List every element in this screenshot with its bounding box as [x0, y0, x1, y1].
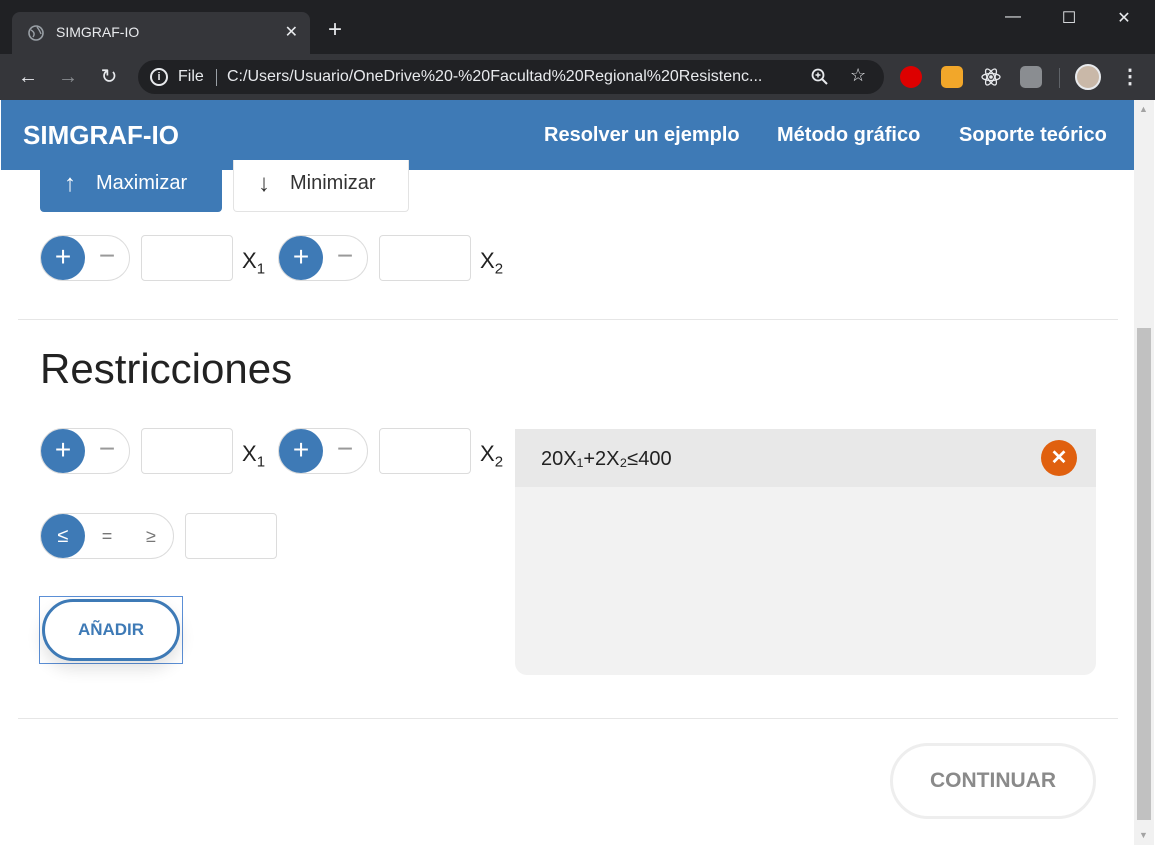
- bookmark-star-icon[interactable]: ☆: [850, 65, 866, 86]
- close-window-button[interactable]: ✕: [1101, 8, 1147, 28]
- plus-icon[interactable]: +: [41, 236, 85, 280]
- plus-icon[interactable]: +: [279, 236, 323, 280]
- objective-x1-sign-toggle[interactable]: + −: [40, 235, 130, 281]
- objective-x2-label: X2: [480, 248, 503, 277]
- constraint-x2-coefficient-input[interactable]: [379, 428, 471, 474]
- continue-button[interactable]: CONTINUAR: [890, 743, 1096, 819]
- constraint-x1-label: X1: [242, 441, 265, 470]
- browser-tab[interactable]: SIMGRAF-IO ✕: [12, 12, 310, 54]
- plus-icon[interactable]: +: [279, 429, 323, 473]
- minimize-window-button[interactable]: —: [990, 8, 1036, 26]
- less-equal-option[interactable]: ≤: [41, 514, 85, 558]
- back-arrow-icon[interactable]: ←: [15, 64, 41, 90]
- forward-arrow-icon[interactable]: →: [55, 64, 81, 90]
- minimize-button[interactable]: ↓ Minimizar: [233, 160, 409, 212]
- page-scrollbar[interactable]: ▲ ▼: [1134, 100, 1154, 845]
- address-separator: [216, 69, 217, 86]
- constraint-text: 20X₁+2X₂≤400: [541, 448, 672, 470]
- file-label: File: [178, 68, 204, 85]
- nav-soporte-teorico[interactable]: Soporte teórico: [959, 124, 1107, 147]
- minus-icon[interactable]: −: [85, 236, 129, 280]
- maximize-label: Maximizar: [96, 172, 188, 194]
- arrow-up-icon: ↑: [64, 170, 76, 197]
- url-text[interactable]: C:/Users/Usuario/OneDrive%20-%20Facultad…: [227, 68, 797, 86]
- objective-x2-sign-toggle[interactable]: + −: [278, 235, 368, 281]
- profile-avatar[interactable]: [1075, 64, 1101, 90]
- toolbar-divider: [1059, 68, 1060, 88]
- minus-icon[interactable]: −: [85, 429, 129, 473]
- info-icon[interactable]: i: [150, 68, 168, 86]
- nav-metodo-grafico[interactable]: Método gráfico: [777, 124, 920, 147]
- list-item: 20X₁+2X₂≤400 ✕: [515, 429, 1096, 487]
- maximize-window-button[interactable]: ☐: [1046, 8, 1092, 28]
- arrow-down-icon: ↓: [258, 170, 270, 197]
- page-viewport: SIMGRAF-IO Resolver un ejemplo Método gr…: [1, 100, 1134, 845]
- constraint-x2-sign-toggle[interactable]: + −: [278, 428, 368, 474]
- app-brand[interactable]: SIMGRAF-IO: [23, 120, 179, 151]
- var-subscript: 1: [256, 453, 266, 471]
- constraint-x2-label: X2: [480, 441, 503, 470]
- equal-option[interactable]: =: [85, 514, 129, 558]
- add-constraint-button[interactable]: AÑADIR: [42, 599, 180, 661]
- section-divider: [18, 718, 1118, 719]
- reload-icon[interactable]: ↻: [96, 64, 122, 90]
- greater-equal-option[interactable]: ≥: [129, 514, 173, 558]
- react-devtools-icon[interactable]: [980, 66, 1002, 88]
- extension-icon[interactable]: [941, 66, 963, 88]
- address-bar[interactable]: i File C:/Users/Usuario/OneDrive%20-%20F…: [138, 60, 884, 94]
- browser-toolbar: ← → ↻ i File C:/Users/Usuario/OneDrive%2…: [0, 54, 1155, 100]
- adblock-extension-icon[interactable]: [900, 66, 922, 88]
- add-button-focus-ring: AÑADIR: [39, 596, 183, 664]
- minus-icon[interactable]: −: [323, 236, 367, 280]
- scroll-up-arrow[interactable]: ▲: [1139, 104, 1148, 114]
- minimize-label: Minimizar: [290, 172, 376, 194]
- var-subscript: 2: [494, 453, 504, 471]
- zoom-icon[interactable]: [811, 68, 829, 86]
- relation-toggle[interactable]: ≤ = ≥: [40, 513, 174, 559]
- section-divider: [18, 319, 1118, 320]
- var-letter: X: [480, 441, 495, 466]
- scroll-down-arrow[interactable]: ▼: [1139, 830, 1148, 840]
- globe-icon: [28, 25, 44, 41]
- objective-x2-coefficient-input[interactable]: [379, 235, 471, 281]
- var-subscript: 1: [256, 260, 266, 278]
- plus-icon[interactable]: +: [41, 429, 85, 473]
- tab-close-icon[interactable]: ✕: [285, 22, 298, 42]
- remove-constraint-icon[interactable]: ✕: [1041, 440, 1077, 476]
- maximize-button[interactable]: ↑ Maximizar: [40, 160, 222, 212]
- objective-x1-label: X1: [242, 248, 265, 277]
- objective-x1-coefficient-input[interactable]: [141, 235, 233, 281]
- scroll-thumb[interactable]: [1137, 328, 1151, 820]
- constraint-x1-coefficient-input[interactable]: [141, 428, 233, 474]
- constraint-x1-sign-toggle[interactable]: + −: [40, 428, 130, 474]
- constraints-title: Restricciones: [40, 345, 293, 392]
- tab-title: SIMGRAF-IO: [56, 24, 140, 40]
- var-letter: X: [242, 441, 257, 466]
- minus-icon[interactable]: −: [323, 429, 367, 473]
- constraint-rhs-input[interactable]: [185, 513, 277, 559]
- var-subscript: 2: [494, 260, 504, 278]
- new-tab-button[interactable]: +: [328, 18, 342, 42]
- pin-extension-icon[interactable]: [1020, 66, 1042, 88]
- constraints-list: 20X₁+2X₂≤400 ✕: [515, 429, 1096, 675]
- browser-titlebar: SIMGRAF-IO ✕ + — ☐ ✕: [0, 0, 1155, 54]
- var-letter: X: [480, 248, 495, 273]
- nav-resolver-ejemplo[interactable]: Resolver un ejemplo: [544, 124, 740, 147]
- var-letter: X: [242, 248, 257, 273]
- menu-kebab-icon[interactable]: ⋮: [1120, 64, 1140, 90]
